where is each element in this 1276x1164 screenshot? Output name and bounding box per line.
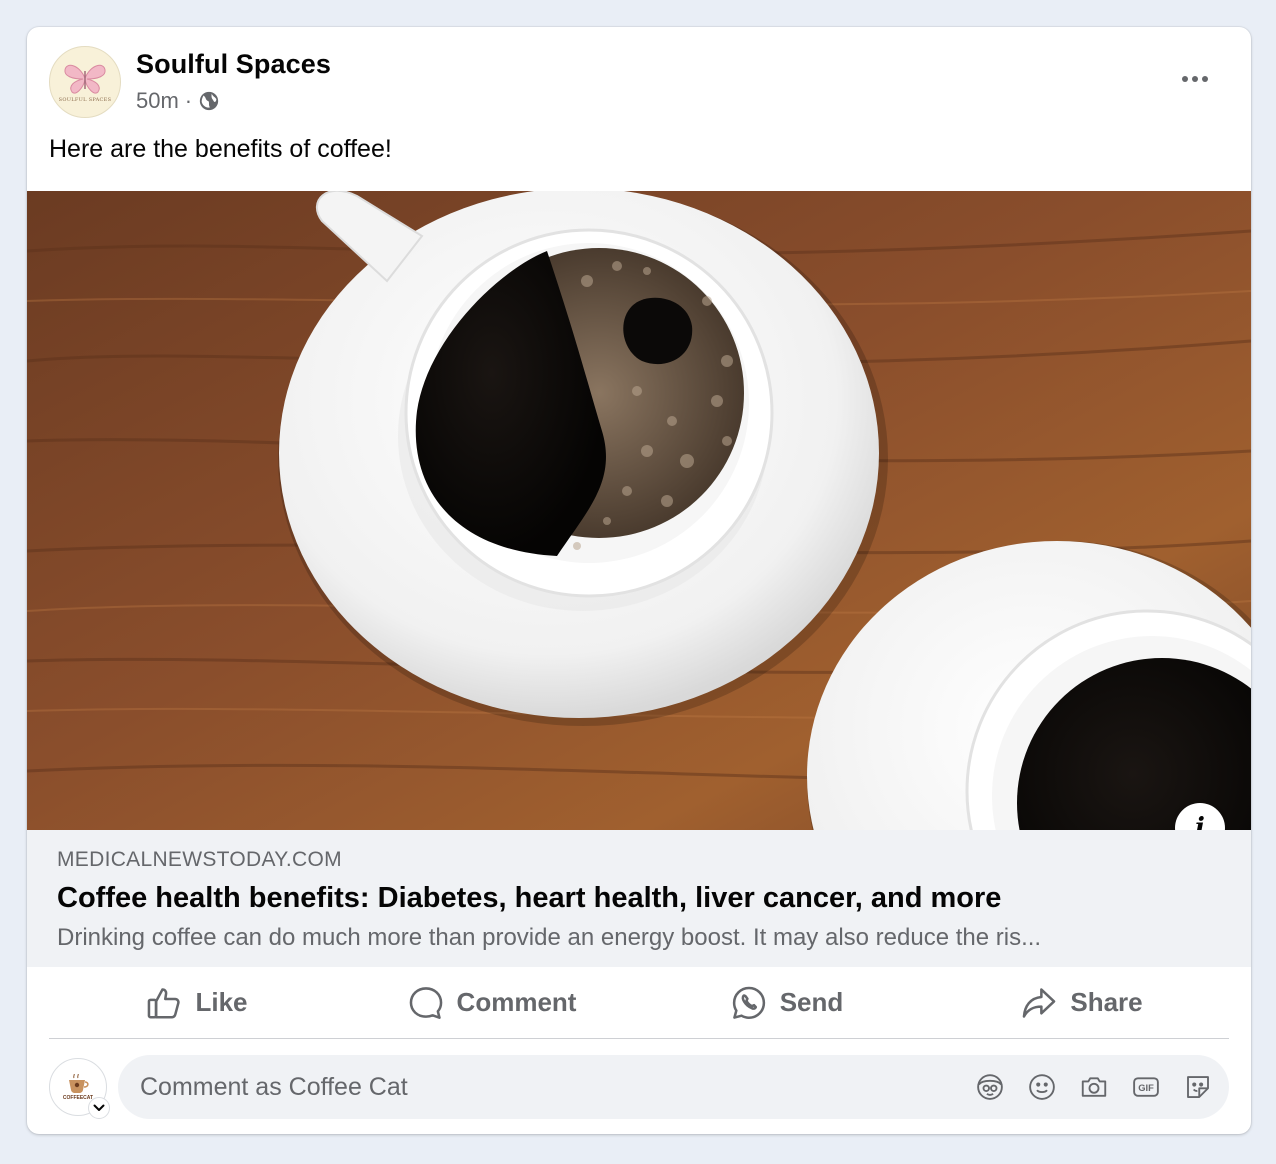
post-meta: 50m · — [136, 88, 220, 114]
link-preview-image[interactable] — [27, 191, 1251, 830]
like-label: Like — [195, 987, 248, 1017]
comment-tools: GIF — [975, 1055, 1213, 1119]
emoji-icon[interactable] — [1027, 1072, 1057, 1102]
avatar-caption: SOULFUL SPACES — [58, 96, 112, 103]
comment-box[interactable]: GIF — [118, 1055, 1229, 1119]
avatar-sticker-icon[interactable] — [975, 1072, 1005, 1102]
coffee-cup-logo-icon — [69, 1073, 89, 1093]
coffee-cups-illustration — [27, 191, 1251, 830]
whatsapp-icon — [732, 986, 765, 1019]
more-dot — [1182, 76, 1188, 82]
post-time[interactable]: 50m — [136, 88, 179, 114]
page-name[interactable]: Soulful Spaces — [136, 49, 331, 80]
comment-button[interactable]: Comment — [344, 967, 639, 1038]
chevron-glyph — [93, 1104, 105, 1111]
like-button[interactable]: Like — [49, 967, 344, 1038]
link-description: Drinking coffee can do much more than pr… — [57, 924, 1042, 951]
link-preview[interactable]: MEDICALNEWSTODAY.COM Coffee health benef… — [27, 830, 1251, 967]
share-arrow-icon — [1023, 987, 1056, 1018]
comment-bubble-icon — [409, 986, 442, 1019]
send-label: Send — [779, 987, 844, 1017]
comment-input[interactable] — [140, 1055, 940, 1119]
more-dot — [1192, 76, 1198, 82]
share-label: Share — [1070, 987, 1143, 1017]
thumbs-up-icon — [148, 987, 181, 1019]
butterfly-icon — [64, 64, 106, 93]
share-button[interactable]: Share — [934, 967, 1229, 1038]
more-dot — [1202, 76, 1208, 82]
globe-icon — [199, 91, 219, 111]
commenter-avatar[interactable]: COFFEECAT — [49, 1058, 110, 1119]
link-domain: MEDICALNEWSTODAY.COM — [57, 848, 342, 871]
camera-icon[interactable] — [1079, 1072, 1109, 1102]
svg-text:GIF: GIF — [1138, 1083, 1154, 1093]
post-actions: Like Comment Send Share — [49, 967, 1229, 1039]
gif-icon[interactable]: GIF — [1131, 1072, 1161, 1102]
send-button[interactable]: Send — [639, 967, 934, 1038]
post-header: SOULFUL SPACES Soulful Spaces 50m · — [49, 46, 1229, 120]
post-card: SOULFUL SPACES Soulful Spaces 50m · Here… — [27, 27, 1251, 1134]
link-title[interactable]: Coffee health benefits: Diabetes, heart … — [57, 882, 1001, 915]
sticker-icon[interactable] — [1183, 1072, 1213, 1102]
commenter-caption: COFFEECAT — [62, 1094, 94, 1101]
page-avatar[interactable]: SOULFUL SPACES — [49, 46, 121, 118]
chevron-down-icon[interactable] — [88, 1097, 110, 1119]
meta-separator: · — [184, 88, 193, 113]
more-options-icon[interactable] — [1175, 68, 1215, 90]
comment-label: Comment — [456, 987, 577, 1017]
post-text: Here are the benefits of coffee! — [49, 135, 392, 163]
